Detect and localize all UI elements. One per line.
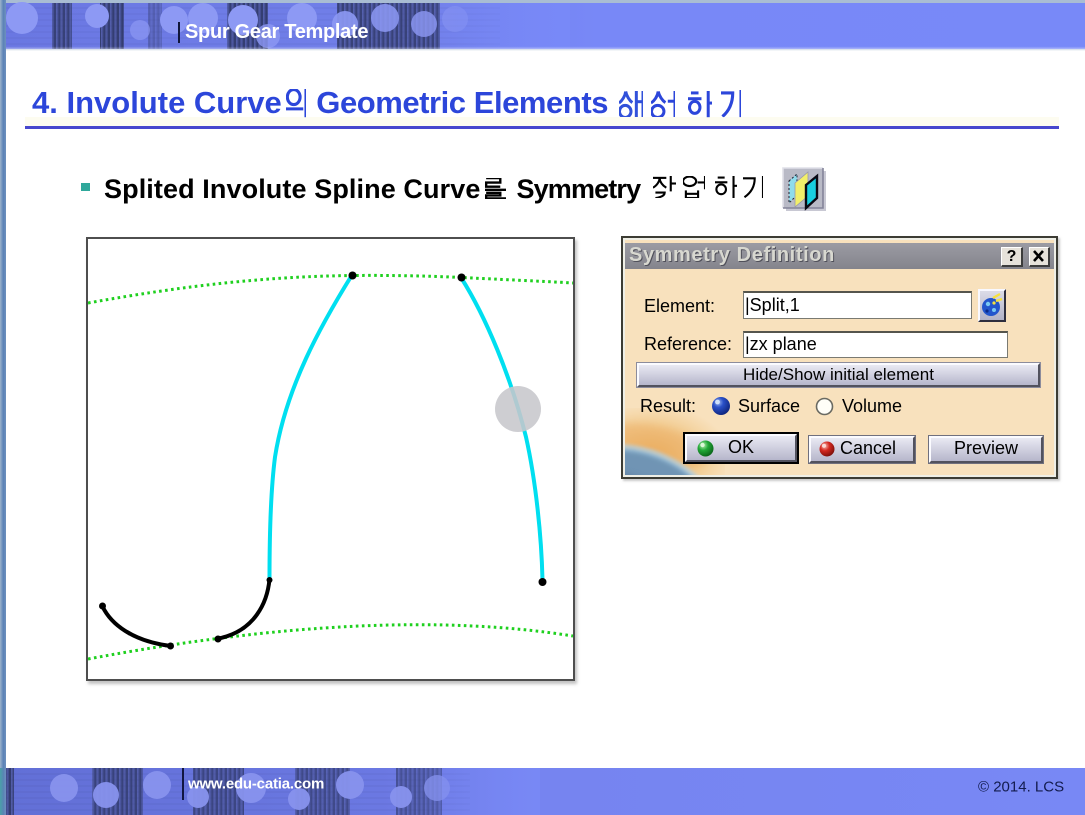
svg-text:© 2014. LCS: © 2014. LCS: [978, 779, 1064, 796]
svg-text:www.edu-catia.com: www.edu-catia.com: [187, 776, 324, 793]
svg-text:Spur Gear Template: Spur Gear Template: [185, 21, 368, 43]
